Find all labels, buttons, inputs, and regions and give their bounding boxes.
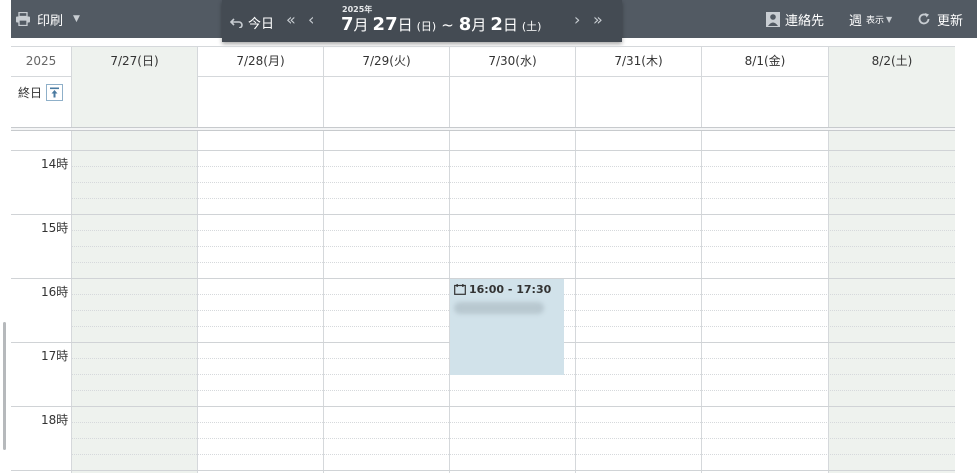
calendar-event[interactable]: 16:00 - 17:30: [450, 279, 564, 375]
collapse-all-day-button[interactable]: [46, 84, 64, 101]
quarter-line: [71, 422, 955, 423]
refresh-button[interactable]: 更新: [917, 9, 963, 29]
day-header-wed[interactable]: 7/30(水): [449, 47, 575, 77]
chevron-left-icon[interactable]: ‹: [308, 10, 314, 30]
all-day-cell-fri[interactable]: [701, 77, 828, 127]
all-day-cell-sat[interactable]: [828, 77, 955, 127]
range-end-weekday: (土): [521, 20, 542, 33]
view-menu[interactable]: 週 表示 ▼: [849, 9, 892, 29]
range-start-month: 7: [341, 14, 354, 35]
contacts-label: 連絡先: [785, 13, 825, 29]
range-day-suffix-2: 日: [502, 16, 518, 34]
all-day-label: 終日: [18, 86, 43, 100]
quarter-line: [71, 454, 955, 455]
calendar-clock-icon: [454, 284, 466, 295]
printer-icon: [16, 12, 30, 26]
hour-label-16: 16時: [41, 285, 69, 299]
day-header-sun[interactable]: 7/27(日): [71, 47, 197, 77]
contacts-button[interactable]: 連絡先: [766, 9, 824, 29]
quarter-line: [71, 198, 955, 199]
view-sub-label: 表示: [866, 15, 885, 26]
event-time: 16:00 - 17:30: [469, 283, 552, 296]
all-day-label-group: 終日: [18, 84, 64, 101]
hour-label-15: 15時: [41, 221, 69, 235]
hour-line: [11, 470, 955, 471]
range-start-day: 27: [372, 14, 398, 35]
all-day-cell-sun[interactable]: [71, 77, 197, 127]
date-navigator: 今日 « ‹ 2025年 7 月 27 日 (日) ~ 8 月 2 日 (土) …: [222, 0, 622, 42]
quarter-line: [71, 390, 955, 391]
week-calendar: 2025 7/27(日) 7/28(月) 7/29(火) 7/30(水) 7/3…: [11, 46, 955, 473]
all-day-cell-thu[interactable]: [575, 77, 701, 127]
event-title-obscured: [454, 302, 544, 314]
refresh-icon: [918, 13, 930, 25]
range-end-month: 8: [458, 14, 472, 35]
quarter-line: [71, 166, 955, 167]
chevron-down-icon: ▼: [886, 14, 893, 24]
all-day-row: 終日: [11, 77, 955, 127]
chevron-right-icon[interactable]: ›: [574, 10, 580, 30]
collapse-up-icon: [50, 87, 60, 98]
half-hour-line: [71, 438, 955, 439]
hour-line: [11, 214, 955, 215]
view-label: 週: [849, 13, 863, 29]
all-day-cell-wed[interactable]: [449, 77, 575, 127]
undo-arrow-icon: [230, 17, 243, 28]
range-month-suffix: 月: [353, 16, 369, 34]
refresh-label: 更新: [937, 13, 964, 29]
hour-line: [11, 150, 955, 151]
hour-label-17: 17時: [41, 349, 69, 363]
range-start-weekday: (日): [416, 20, 437, 33]
range-month-suffix-2: 月: [471, 16, 487, 34]
hour-label-14: 14時: [41, 157, 69, 171]
range-end-day: 2: [490, 14, 503, 35]
quarter-line: [71, 262, 955, 263]
all-day-cell-tue[interactable]: [323, 77, 449, 127]
contact-icon: [766, 11, 780, 27]
day-header-tue[interactable]: 7/29(火): [323, 47, 449, 77]
today-button[interactable]: 今日: [230, 13, 274, 32]
day-header-row: 2025 7/27(日) 7/28(月) 7/29(火) 7/30(水) 7/3…: [11, 47, 955, 77]
double-chevron-right-icon[interactable]: »: [593, 10, 603, 30]
print-menu[interactable]: 印刷 ▼: [15, 9, 80, 29]
left-scroll-indicator[interactable]: [3, 322, 6, 450]
half-hour-line: [71, 182, 955, 183]
date-range-title: 7 月 27 日 (日) ~ 8 月 2 日 (土): [341, 14, 541, 35]
year-cell: 2025: [25, 54, 57, 68]
half-hour-line: [71, 246, 955, 247]
range-day-suffix: 日: [397, 16, 413, 34]
chevron-down-icon: ▼: [73, 14, 80, 24]
today-label: 今日: [248, 17, 275, 32]
time-grid: 14時 15時 16時 17時 18時 16:00 - 17:30: [11, 131, 955, 473]
day-header-thu[interactable]: 7/31(木): [575, 47, 701, 77]
all-day-cell-mon[interactable]: [197, 77, 323, 127]
double-chevron-left-icon[interactable]: «: [286, 10, 296, 30]
day-header-sat[interactable]: 8/2(土): [828, 47, 955, 77]
hour-label-18: 18時: [41, 413, 69, 427]
hour-line: [11, 406, 955, 407]
event-time-row: 16:00 - 17:30: [454, 283, 560, 296]
print-label: 印刷: [37, 13, 64, 29]
day-header-mon[interactable]: 7/28(月): [197, 47, 323, 77]
day-header-fri[interactable]: 8/1(金): [701, 47, 828, 77]
range-tilde: ~: [441, 16, 454, 34]
quarter-line: [71, 230, 955, 231]
